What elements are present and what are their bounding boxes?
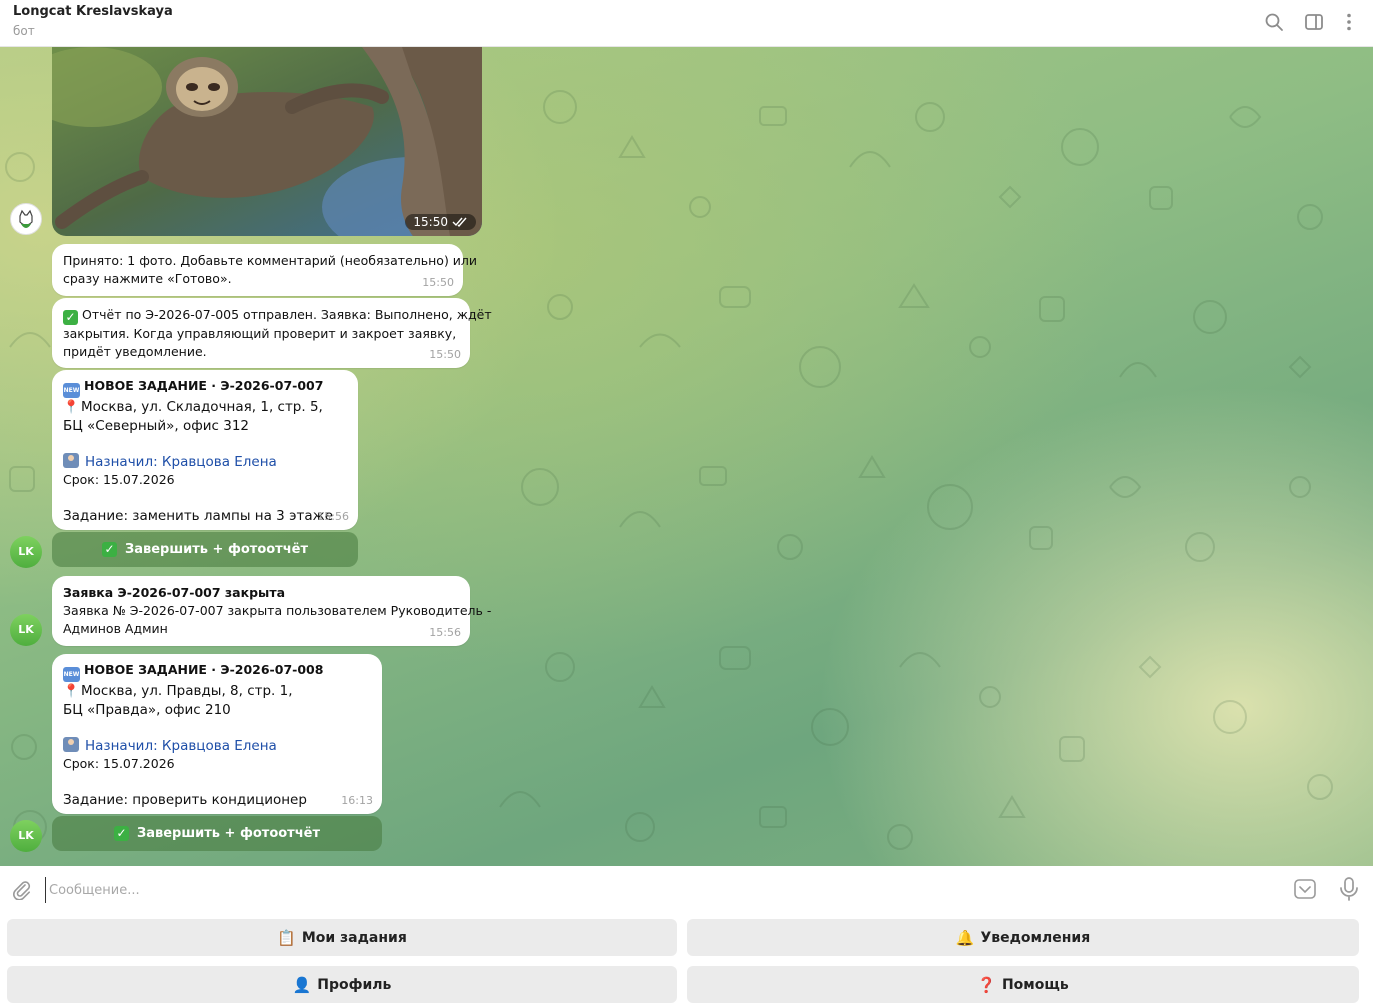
check-mark-icon: ✓ [63, 310, 78, 325]
message-text: закрытия. Когда управляющий проверит и з… [63, 326, 457, 341]
reply-keyboard: 📋 Мои задания 🔔 Уведомления 👤 Профиль ❓ … [0, 912, 1373, 1006]
task-title: НОВОЕ ЗАДАНИЕ · Э-2026-07-008 [84, 662, 324, 677]
button-label: Завершить + фотоотчёт [136, 826, 320, 841]
message-title: Заявка Э-2026-07-007 закрыта [63, 585, 286, 600]
more-options-icon[interactable] [1338, 11, 1360, 33]
task-deadline: Срок: 15.07.2026 [63, 756, 175, 771]
profile-button[interactable]: 👤 Профиль [7, 966, 677, 1003]
double-check-icon [452, 217, 467, 227]
task-address: БЦ «Правда», офис 210 [63, 702, 231, 718]
button-label: Мои задания [301, 929, 407, 946]
pin-icon: 📍 [63, 684, 80, 699]
new-badge-icon: NEW [63, 383, 80, 398]
notifications-button[interactable]: 🔔 Уведомления [687, 919, 1359, 956]
bot-keyboard-icon[interactable] [1293, 877, 1317, 901]
task-address: Москва, ул. Складочная, 1, стр. 5, [81, 399, 323, 415]
clipboard-icon: 📋 [277, 928, 296, 947]
task-address: Москва, ул. Правды, 8, стр. 1, [81, 683, 293, 699]
sloth-photo [52, 47, 482, 236]
complete-with-photo-button[interactable]: ✓ Завершить + фотоотчёт [52, 532, 358, 567]
avatar[interactable]: LK [10, 536, 42, 568]
message-time: 15:50 [422, 276, 454, 289]
chat-area[interactable]: 15:50 Принято: 1 фото. Добавьте коммента… [0, 47, 1373, 866]
message-text: Заявка № Э-2026-07-007 закрыта пользоват… [63, 603, 492, 618]
chat-header: Longcat Kreslavskaya бот [0, 0, 1373, 47]
help-button[interactable]: ❓ Помощь [687, 966, 1359, 1003]
button-label: Уведомления [980, 929, 1091, 946]
message-text: Админов Админ [63, 621, 168, 636]
message-bubble[interactable]: ✓ Отчёт по Э-2026-07-005 отправлен. Заявк… [52, 298, 492, 368]
person-icon [63, 453, 79, 468]
chat-subtitle: бот [13, 24, 35, 38]
task-title: НОВОЕ ЗАДАНИЕ · Э-2026-07-007 [84, 378, 324, 393]
message-text: Принято: 1 фото. Добавьте комментарий (н… [63, 253, 478, 268]
my-tasks-button[interactable]: 📋 Мои задания [7, 919, 677, 956]
message-composer [0, 866, 1373, 912]
message-text: сразу нажмите «Готово». [63, 271, 232, 286]
new-badge-icon: NEW [63, 667, 80, 682]
question-icon: ❓ [977, 975, 996, 994]
photo-message[interactable]: 15:50 [52, 47, 482, 236]
photo-time-text: 15:50 [413, 215, 448, 229]
bot-avatar[interactable] [10, 203, 42, 235]
message-input[interactable] [45, 877, 1251, 903]
avatar[interactable]: LK [10, 614, 42, 646]
check-mark-icon: ✓ [101, 542, 117, 557]
task-description: Задание: заменить лампы на 3 этаже [63, 508, 334, 524]
button-label: Профиль [317, 976, 392, 993]
cat-logo-icon [12, 205, 40, 233]
task-message[interactable]: NEW НОВОЕ ЗАДАНИЕ · Э-2026-07-008 📍 Москва… [52, 654, 382, 814]
message-text: придёт уведомление. [63, 344, 207, 359]
task-assigned[interactable]: Назначил: Кравцова Елена [85, 454, 277, 470]
check-mark-icon: ✓ [113, 826, 129, 841]
message-time: 16:13 [341, 794, 373, 807]
person-icon: 👤 [292, 975, 312, 994]
task-assigned[interactable]: Назначил: Кравцова Елена [85, 738, 277, 754]
complete-with-photo-button[interactable]: ✓ Завершить + фотоотчёт [52, 816, 382, 851]
task-address: БЦ «Северный», офис 312 [63, 418, 250, 434]
message-time: 15:50 [429, 348, 461, 361]
button-label: Помощь [1001, 976, 1069, 993]
task-message[interactable]: NEW НОВОЕ ЗАДАНИЕ · Э-2026-07-007 📍 Москва… [52, 370, 358, 530]
message-time: 15:56 [317, 510, 349, 523]
task-deadline: Срок: 15.07.2026 [63, 472, 175, 487]
chat-title[interactable]: Longcat Kreslavskaya [13, 4, 173, 19]
message-text: Отчёт по Э-2026-07-005 отправлен. Заявка… [82, 307, 492, 322]
avatar[interactable]: LK [10, 820, 42, 852]
message-time: 15:56 [429, 626, 461, 639]
bell-icon: 🔔 [955, 928, 975, 947]
pin-icon: 📍 [63, 400, 80, 415]
photo-timestamp: 15:50 [405, 214, 476, 230]
task-description: Задание: проверить кондиционер [63, 792, 307, 808]
search-icon[interactable] [1263, 11, 1285, 33]
message-bubble[interactable]: Заявка Э-2026-07-007 закрыта Заявка № Э-… [52, 576, 492, 646]
microphone-icon[interactable] [1338, 876, 1360, 902]
sidebar-toggle-icon[interactable] [1303, 11, 1325, 33]
message-bubble[interactable]: Принято: 1 фото. Добавьте комментарий (н… [52, 244, 478, 296]
attach-icon[interactable] [10, 878, 32, 901]
person-icon [63, 737, 79, 752]
button-label: Завершить + фотоотчёт [124, 542, 308, 557]
